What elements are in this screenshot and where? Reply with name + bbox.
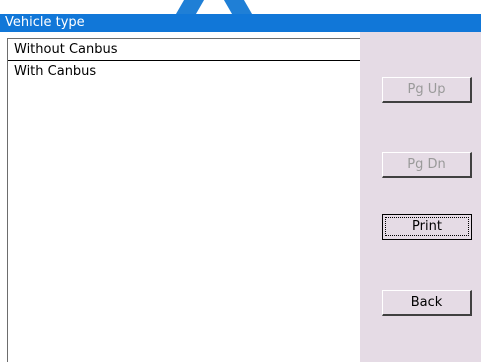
button-panel: Pg Up Pg Dn Print Back: [360, 32, 481, 362]
top-strip: [0, 0, 481, 14]
window-title: Vehicle type: [0, 14, 481, 32]
watermark-shape: [175, 0, 205, 14]
print-label: Print: [385, 217, 469, 236]
page-down-label: Pg Dn: [407, 157, 446, 172]
page-up-button[interactable]: Pg Up: [382, 77, 472, 103]
page-up-label: Pg Up: [407, 82, 446, 97]
page-down-button[interactable]: Pg Dn: [382, 152, 472, 178]
back-button[interactable]: Back: [382, 290, 472, 316]
list-item-without-canbus[interactable]: Without Canbus: [8, 39, 360, 61]
back-label: Back: [410, 295, 443, 310]
vehicle-type-list[interactable]: Without Canbus With Canbus: [7, 38, 360, 362]
watermark-shape: [223, 0, 253, 14]
list-item-with-canbus[interactable]: With Canbus: [8, 61, 360, 83]
print-button[interactable]: Print: [382, 214, 472, 240]
